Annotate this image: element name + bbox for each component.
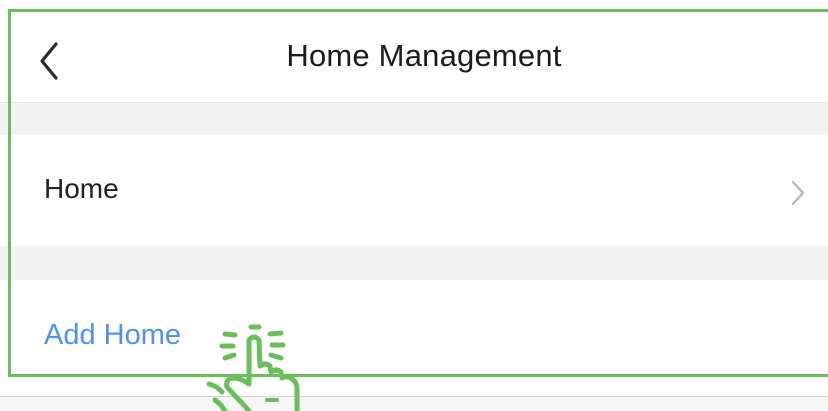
chevron-right-icon — [791, 180, 805, 206]
list-item-home[interactable]: Home — [0, 135, 828, 246]
tap-hand-icon — [206, 324, 300, 411]
home-management-screen: Home Management Home Add Home — [0, 0, 828, 411]
section-divider — [0, 103, 828, 135]
bottom-strip — [0, 396, 828, 411]
page-title: Home Management — [286, 38, 562, 73]
add-home-button[interactable]: Add Home — [44, 319, 181, 352]
list-item-label: Home — [44, 173, 119, 204]
nav-header: Home Management — [0, 0, 828, 103]
add-home-row: Add Home — [0, 280, 828, 411]
section-divider — [0, 246, 828, 280]
